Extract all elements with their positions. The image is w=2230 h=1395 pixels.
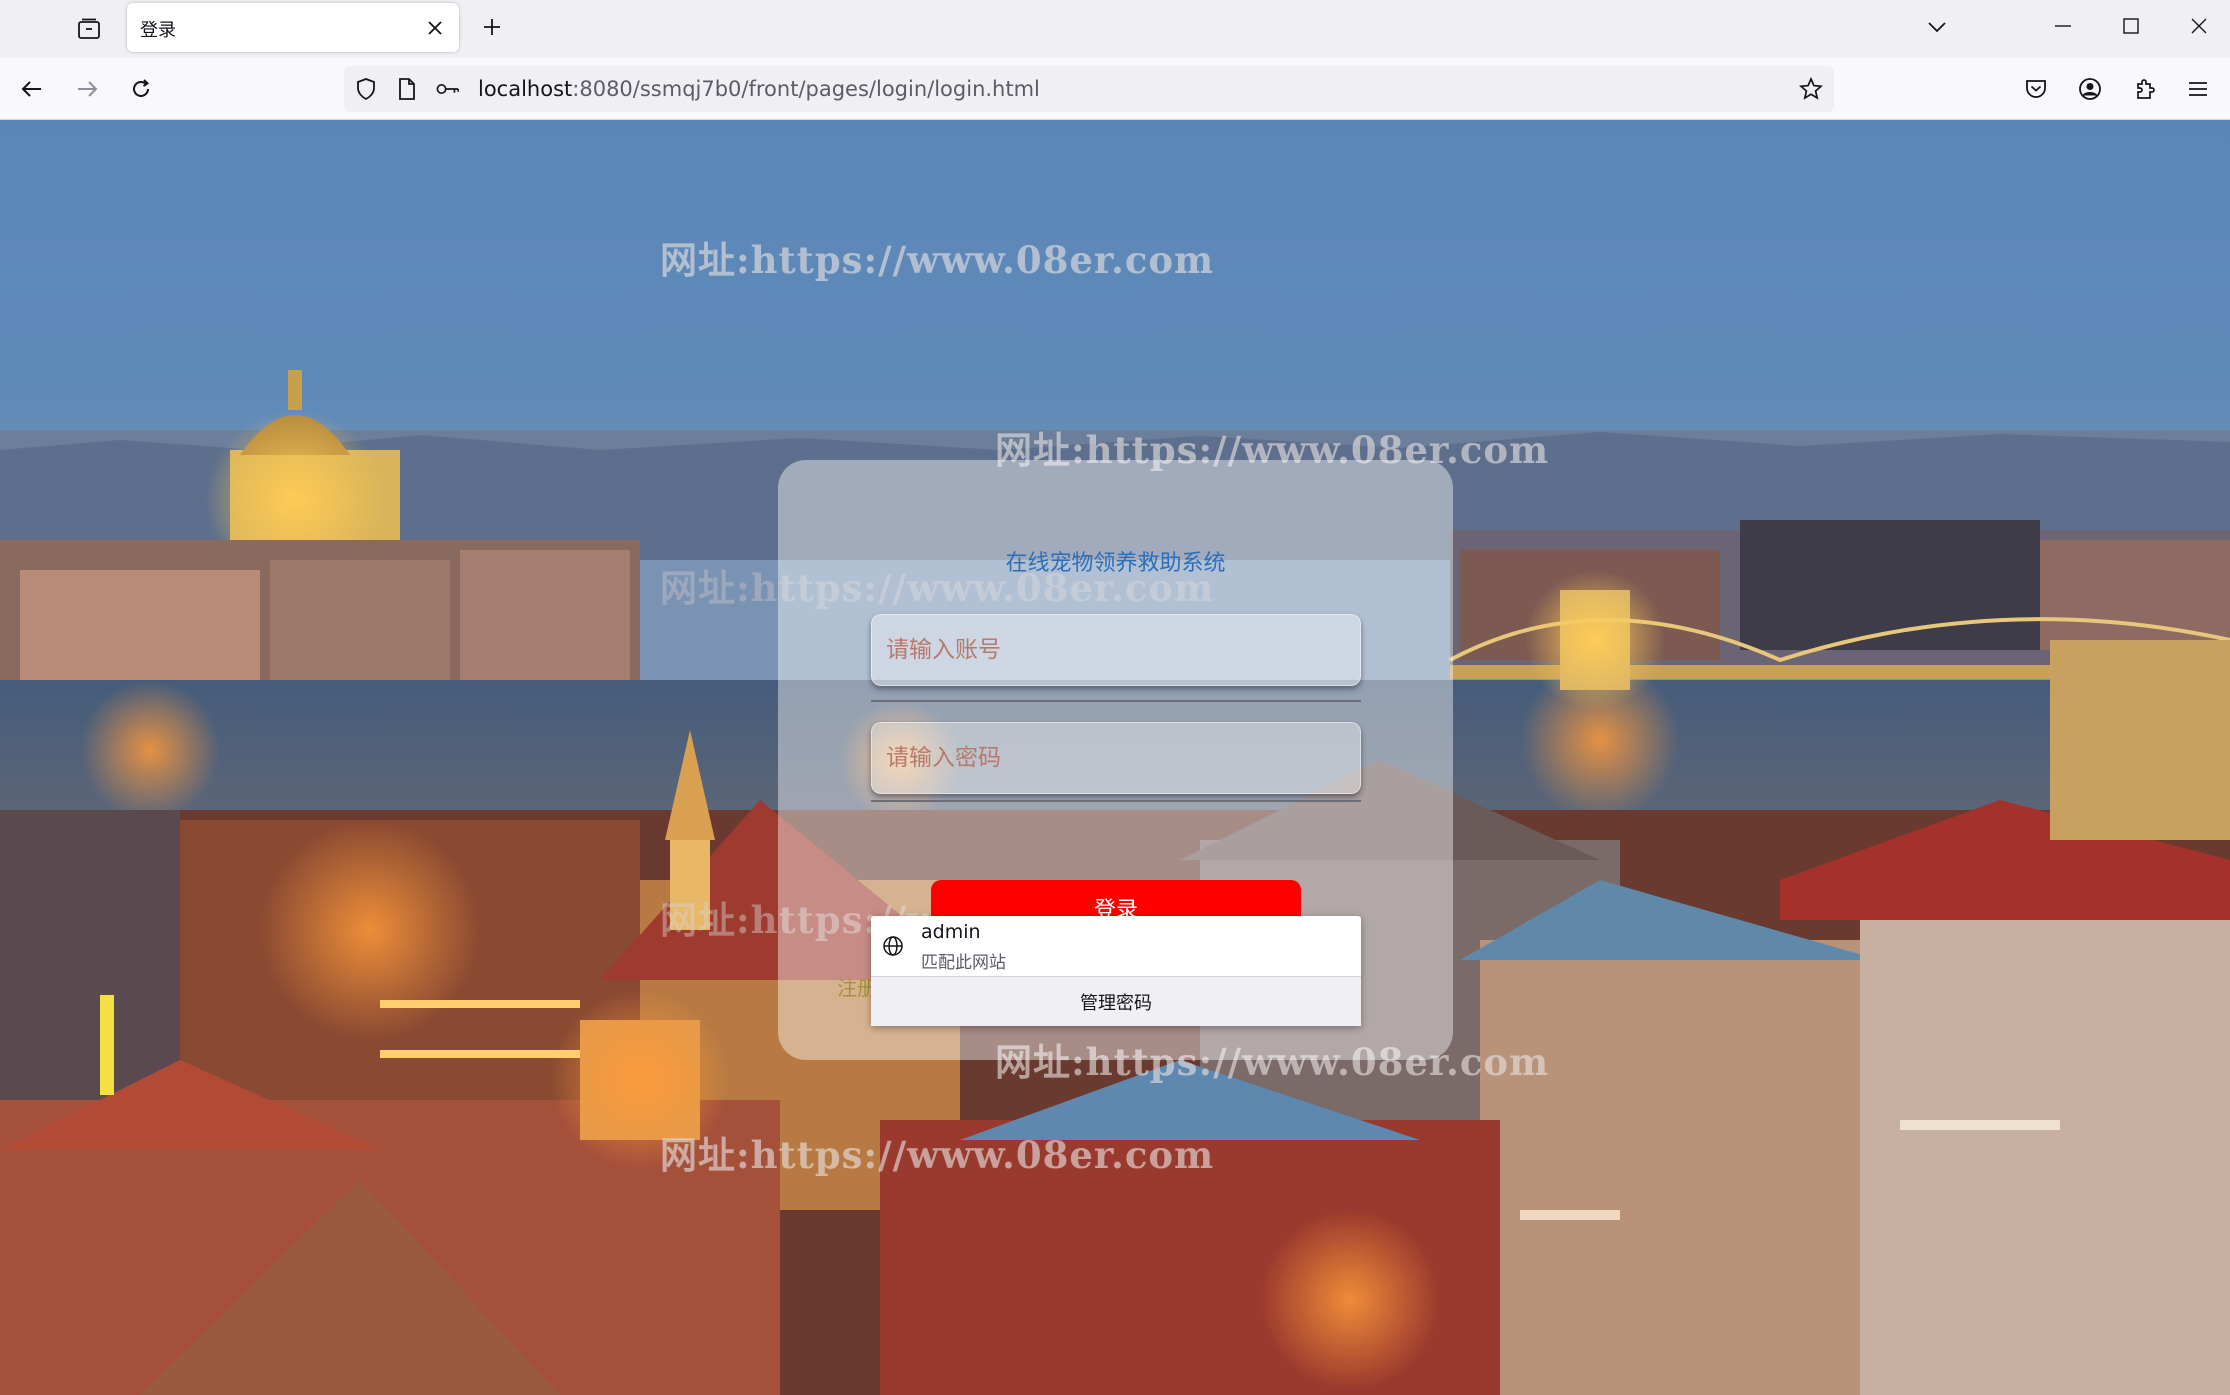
saved-login-subtitle: 匹配此网站 — [921, 953, 1006, 973]
browser-tab-bar: 登录 — [0, 0, 2230, 58]
username-input[interactable] — [872, 615, 1360, 685]
divider — [871, 800, 1361, 802]
url-host: localhost — [478, 77, 573, 101]
maximize-icon[interactable] — [2107, 8, 2155, 44]
new-tab-plus-icon[interactable] — [477, 12, 507, 42]
close-icon[interactable] — [423, 16, 447, 40]
url-path: :8080/ssmqj7b0/front/pages/login/login.h… — [572, 77, 1040, 101]
tab-title: 登录 — [140, 20, 176, 41]
minimize-icon[interactable] — [2039, 8, 2087, 44]
window-close-icon[interactable] — [2175, 8, 2223, 44]
watermark-text: 网址:https://www.08er.com — [660, 238, 1215, 282]
divider — [871, 700, 1361, 702]
hamburger-menu-icon[interactable] — [2180, 71, 2216, 107]
browser-nav-bar: localhost:8080/ssmqj7b0/front/pages/logi… — [0, 58, 2230, 120]
globe-icon — [881, 934, 905, 958]
saved-username: admin — [921, 921, 981, 943]
password-field[interactable] — [871, 722, 1361, 794]
active-tab[interactable]: 登录 — [127, 3, 459, 52]
username-field[interactable] — [871, 614, 1361, 686]
forward-arrow-icon[interactable] — [69, 71, 105, 107]
watermark-text: 网址:https://www.08er.com — [660, 1133, 1215, 1177]
saved-login-item[interactable]: admin 匹配此网站 — [871, 916, 1361, 976]
back-arrow-icon[interactable] — [14, 71, 50, 107]
password-autocomplete-popup: admin 匹配此网站 管理密码 — [871, 916, 1361, 1026]
account-icon[interactable] — [2072, 71, 2108, 107]
page-viewport: 网址:https://www.08er.com 网址:https://www.0… — [0, 120, 2230, 1395]
extensions-puzzle-icon[interactable] — [2127, 71, 2163, 107]
reload-icon[interactable] — [123, 71, 159, 107]
url-bar[interactable]: localhost:8080/ssmqj7b0/front/pages/logi… — [344, 66, 1834, 112]
url-text[interactable]: localhost:8080/ssmqj7b0/front/pages/logi… — [478, 77, 1040, 101]
pocket-icon[interactable] — [2018, 71, 2054, 107]
tab-list-icon[interactable] — [72, 12, 106, 46]
system-title: 在线宠物领养救助系统 — [1005, 551, 1226, 576]
chevron-down-icon[interactable] — [1922, 12, 1952, 42]
password-input[interactable] — [872, 723, 1360, 793]
star-icon[interactable] — [1798, 76, 1824, 102]
page-icon[interactable] — [395, 77, 419, 101]
key-icon[interactable] — [436, 77, 460, 101]
manage-passwords-button[interactable]: 管理密码 — [871, 976, 1361, 1026]
shield-icon[interactable] — [354, 77, 378, 101]
